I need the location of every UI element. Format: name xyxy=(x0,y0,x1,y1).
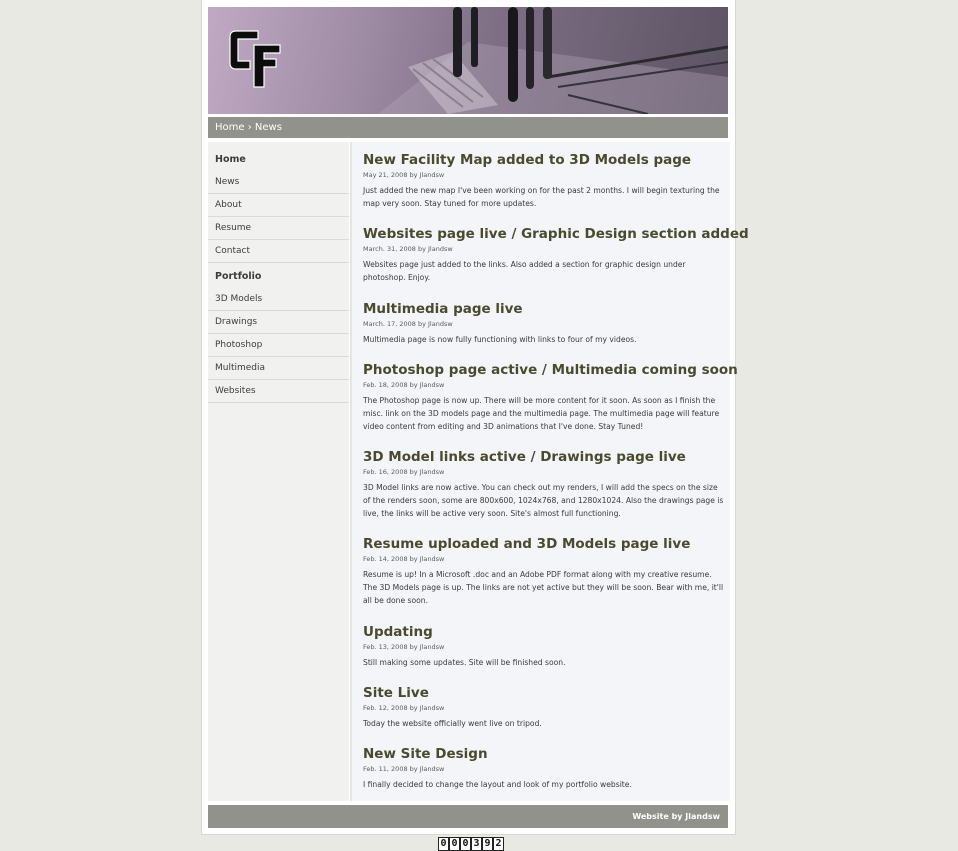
post-body: Resume is up! In a Microsoft .doc and an… xyxy=(363,570,724,605)
post-meta: March. 17, 2008 by Jlandsw xyxy=(363,320,453,328)
counter-digit: 2 xyxy=(493,837,504,851)
news-post: Updating Feb. 13, 2008 by Jlandsw Still … xyxy=(363,624,725,669)
sidebar-item-about[interactable]: About xyxy=(208,194,349,217)
post-title[interactable]: Updating xyxy=(363,624,725,641)
sidebar-item-contact[interactable]: Contact xyxy=(208,240,349,263)
post-title[interactable]: 3D Model links active / Drawings page li… xyxy=(363,449,725,466)
sidebar-item-3d-models[interactable]: 3D Models xyxy=(208,288,349,311)
counter-digit: 0 xyxy=(449,837,460,851)
news-post: Multimedia page live March. 17, 2008 by … xyxy=(363,301,725,346)
page-container: Home › News Home News About Resume Conta… xyxy=(201,0,749,835)
footer-bar: Website by Jlandsw xyxy=(208,805,728,828)
footer-credit-link[interactable]: Website by Jlandsw xyxy=(632,812,728,821)
post-body: I finally decided to change the layout a… xyxy=(363,780,632,789)
post-meta: Feb. 14, 2008 by Jlandsw xyxy=(363,555,445,563)
post-title[interactable]: Multimedia page live xyxy=(363,301,725,318)
post-meta: March. 31, 2008 by Jlandsw xyxy=(363,245,453,253)
news-post: 3D Model links active / Drawings page li… xyxy=(363,449,725,520)
sidebar-item-news[interactable]: News xyxy=(208,171,349,194)
post-title[interactable]: Resume uploaded and 3D Models page live xyxy=(363,536,725,553)
counter-digit: 9 xyxy=(482,837,493,851)
post-title[interactable]: Websites page live / Graphic Design sect… xyxy=(363,226,749,243)
breadcrumb-bar: Home › News xyxy=(208,117,728,138)
sidebar-item-drawings[interactable]: Drawings xyxy=(208,311,349,334)
post-body: Websites page just added to the links. A… xyxy=(363,260,686,282)
post-body: The Photoshop page is now up. There will… xyxy=(363,396,720,431)
post-meta: Feb. 12, 2008 by Jlandsw xyxy=(363,704,445,712)
hit-counter: 0 0 0 3 9 2 xyxy=(438,837,504,851)
counter-digit: 0 xyxy=(460,837,471,851)
news-post: Websites page live / Graphic Design sect… xyxy=(363,226,749,284)
counter-digit: 3 xyxy=(471,837,482,851)
post-body: Today the website officially went live o… xyxy=(363,719,542,728)
sidebar-heading-portfolio[interactable]: Portfolio xyxy=(208,266,349,288)
post-meta: May 21, 2008 by Jlandsw xyxy=(363,171,445,179)
news-post: New Site Design Feb. 11, 2008 by Jlandsw… xyxy=(363,746,725,791)
post-meta: Feb. 11, 2008 by Jlandsw xyxy=(363,765,445,773)
breadcrumb[interactable]: Home › News xyxy=(208,122,282,133)
news-content: New Facility Map added to 3D Models page… xyxy=(350,142,749,801)
cf-logo-icon[interactable] xyxy=(228,27,282,89)
post-meta: Feb. 13, 2008 by Jlandsw xyxy=(363,643,445,651)
sidebar-item-multimedia[interactable]: Multimedia xyxy=(208,357,349,380)
header-banner xyxy=(208,7,728,114)
header-artwork xyxy=(378,7,728,114)
sidebar-item-websites[interactable]: Websites xyxy=(208,380,349,403)
post-body: 3D Model links are now active. You can c… xyxy=(363,483,724,518)
post-body: Still making some updates. Site will be … xyxy=(363,658,566,667)
news-post: Photoshop page active / Multimedia comin… xyxy=(363,362,738,433)
sidebar-item-photoshop[interactable]: Photoshop xyxy=(208,334,349,357)
sidebar-nav: Home News About Resume Contact Portfolio… xyxy=(208,142,349,801)
counter-digit: 0 xyxy=(438,837,449,851)
sidebar-item-resume[interactable]: Resume xyxy=(208,217,349,240)
post-title[interactable]: New Facility Map added to 3D Models page xyxy=(363,152,725,169)
post-title[interactable]: Site Live xyxy=(363,685,725,702)
post-meta: Feb. 16, 2008 by Jlandsw xyxy=(363,468,445,476)
news-post: New Facility Map added to 3D Models page… xyxy=(363,152,725,210)
sidebar-heading-home[interactable]: Home xyxy=(208,149,349,171)
post-title[interactable]: Photoshop page active / Multimedia comin… xyxy=(363,362,738,379)
post-title[interactable]: New Site Design xyxy=(363,746,725,763)
post-body: Multimedia page is now fully functioning… xyxy=(363,335,637,344)
post-meta: Feb. 18, 2008 by Jlandsw xyxy=(363,381,445,389)
news-post: Resume uploaded and 3D Models page live … xyxy=(363,536,725,607)
news-post: Site Live Feb. 12, 2008 by Jlandsw Today… xyxy=(363,685,725,730)
post-body: Just added the new map I've been working… xyxy=(363,186,720,208)
